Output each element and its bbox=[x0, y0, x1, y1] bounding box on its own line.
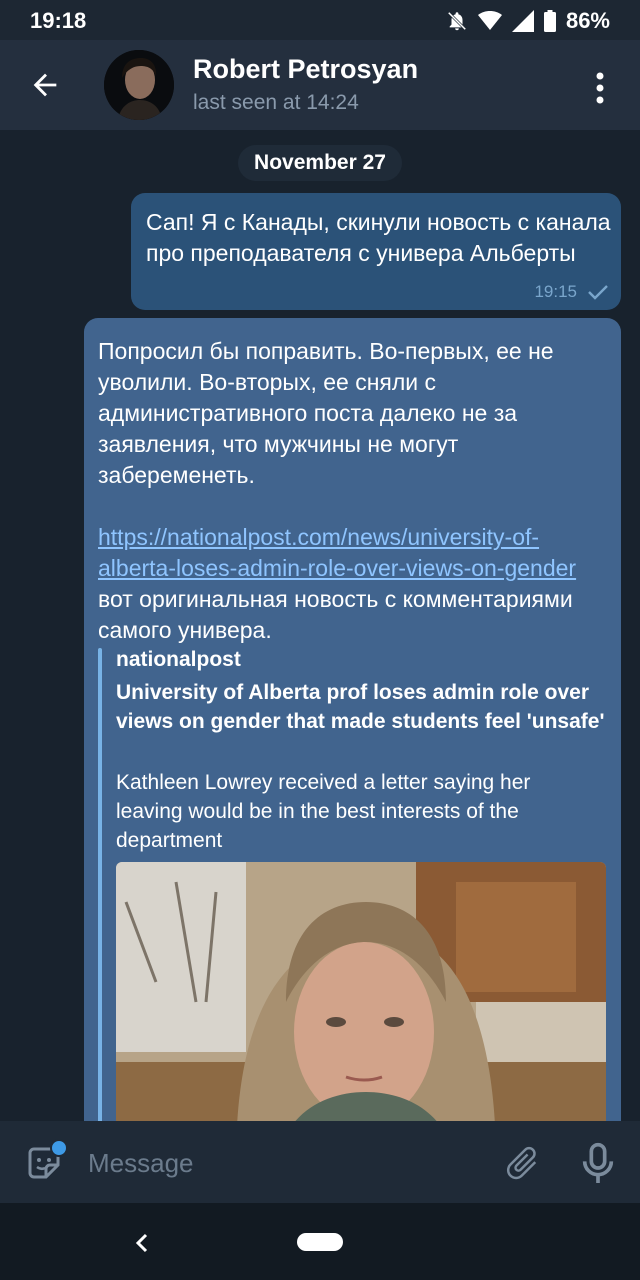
incoming-text-part2: вот оригинальная новость с комментариями… bbox=[98, 586, 573, 643]
message-time: 19:15 bbox=[534, 282, 577, 301]
last-seen-status: last seen at 14:24 bbox=[193, 91, 359, 114]
status-time: 19:18 bbox=[30, 8, 87, 33]
wifi-icon bbox=[477, 11, 502, 30]
preview-site-name: nationalpost bbox=[116, 648, 241, 671]
message-input[interactable] bbox=[86, 1141, 470, 1185]
preview-accent-bar bbox=[98, 648, 102, 1121]
battery-icon bbox=[543, 10, 556, 32]
incoming-text-part1: Попросил бы поправить. Во-первых, ее не … bbox=[98, 338, 554, 488]
article-link[interactable]: https://nationalpost.com/news/university… bbox=[98, 524, 576, 581]
preview-image[interactable] bbox=[116, 862, 606, 1121]
avatar[interactable] bbox=[104, 50, 174, 120]
preview-title: University of Alberta prof loses admin r… bbox=[116, 681, 605, 733]
chat-header: Robert Petrosyan last seen at 14:24 bbox=[0, 40, 640, 130]
attach-icon[interactable] bbox=[502, 1143, 542, 1183]
bell-off-icon bbox=[447, 11, 467, 31]
back-arrow-icon[interactable] bbox=[28, 68, 62, 102]
chat-area[interactable]: November 27 Сап! Я с Канады, скинули нов… bbox=[0, 130, 640, 1121]
notification-dot bbox=[50, 1139, 68, 1157]
battery-level: 86% bbox=[565, 8, 610, 33]
system-nav-bar bbox=[0, 1203, 640, 1280]
nav-home-pill[interactable] bbox=[297, 1233, 343, 1251]
sticker-button[interactable] bbox=[24, 1139, 68, 1183]
signal-icon bbox=[511, 10, 534, 32]
outgoing-message[interactable]: Сап! Я с Канады, скинули новость с канал… bbox=[131, 193, 621, 310]
preview-description: Kathleen Lowrey received a letter saying… bbox=[116, 771, 531, 852]
date-separator: November 27 bbox=[238, 145, 402, 181]
contact-name[interactable]: Robert Petrosyan bbox=[193, 54, 418, 85]
status-bar: 19:18 86% bbox=[0, 0, 640, 40]
mic-icon[interactable] bbox=[578, 1141, 618, 1185]
nav-back-icon[interactable] bbox=[130, 1229, 154, 1257]
more-vert-icon[interactable] bbox=[590, 70, 610, 106]
read-check-icon bbox=[588, 285, 608, 300]
incoming-message-text: Попросил бы поправить. Во-первых, ее не … bbox=[98, 336, 598, 646]
incoming-message[interactable]: Попросил бы поправить. Во-первых, ее не … bbox=[84, 318, 621, 1121]
message-input-bar bbox=[0, 1121, 640, 1203]
outgoing-message-text: Сап! Я с Канады, скинули новость с канал… bbox=[146, 209, 611, 266]
